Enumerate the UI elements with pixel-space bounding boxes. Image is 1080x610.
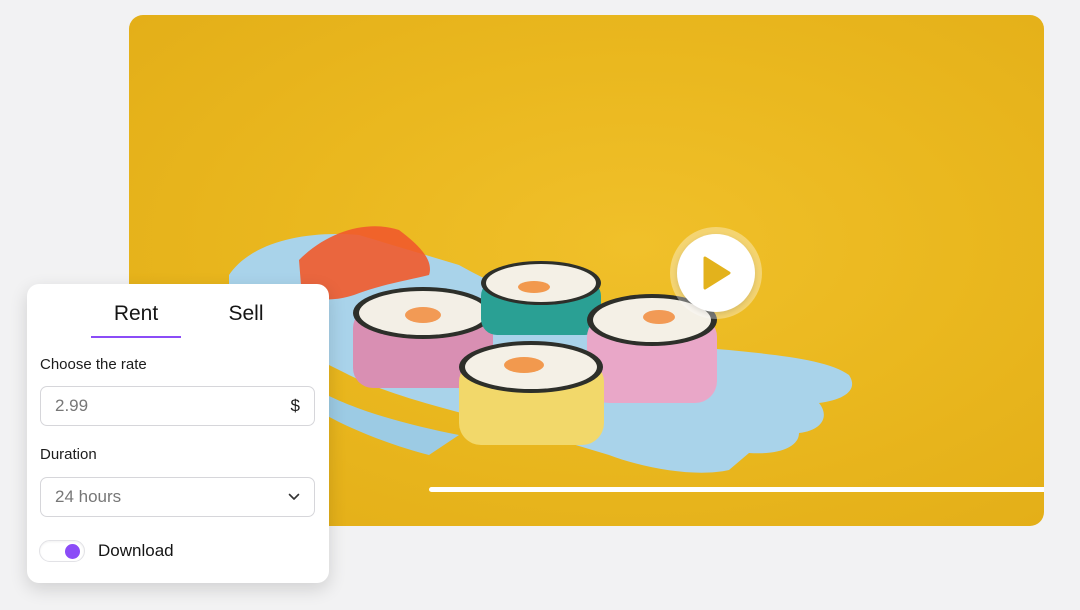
rate-input[interactable]: 2.99 $ xyxy=(40,386,315,426)
tab-rent[interactable]: Rent xyxy=(91,302,181,326)
download-toggle[interactable] xyxy=(39,540,85,562)
play-button-ring xyxy=(670,227,762,319)
chevron-down-icon xyxy=(288,493,300,501)
video-progress-bar[interactable] xyxy=(429,487,1044,492)
duration-select[interactable]: 24 hours xyxy=(40,477,315,517)
rent-sell-panel: Rent Sell Choose the rate 2.99 $ Duratio… xyxy=(27,284,329,583)
duration-label: Duration xyxy=(40,446,97,463)
rate-label: Choose the rate xyxy=(40,356,147,373)
currency-symbol: $ xyxy=(290,396,300,415)
toggle-knob xyxy=(65,544,80,559)
play-icon xyxy=(703,256,731,290)
tab-sell[interactable]: Sell xyxy=(201,302,291,326)
download-label: Download xyxy=(98,541,174,560)
duration-value: 24 hours xyxy=(55,487,122,506)
active-tab-indicator xyxy=(91,336,181,338)
play-button[interactable] xyxy=(677,234,755,312)
rate-placeholder: 2.99 xyxy=(55,396,89,415)
